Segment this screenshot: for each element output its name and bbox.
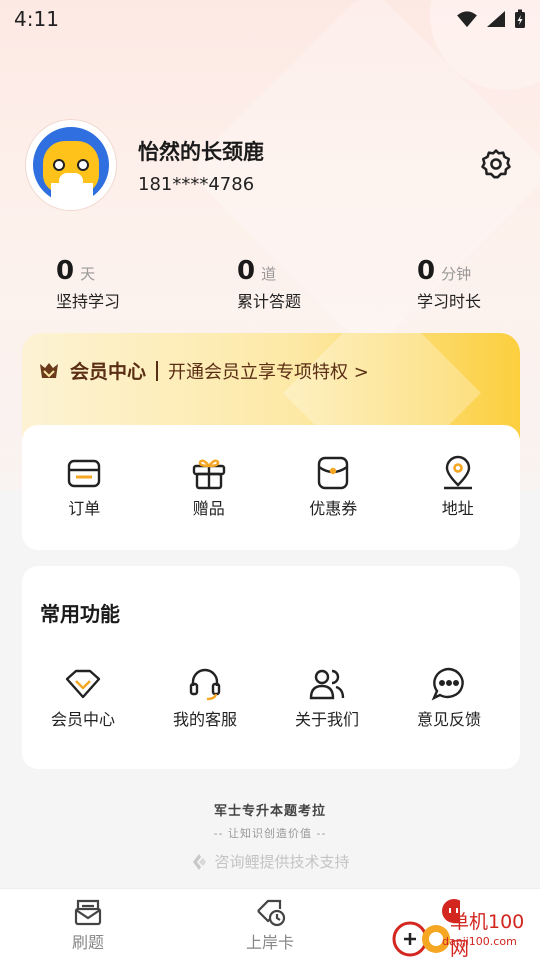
- vip-title: 会员中心: [70, 361, 147, 383]
- mail-icon: [74, 899, 102, 926]
- grid-label: 优惠券: [309, 499, 358, 518]
- status-bar: 4:11: [0, 0, 540, 38]
- common-item-service[interactable]: 我的客服: [144, 664, 266, 730]
- tab-label: 上岸卡: [245, 933, 294, 952]
- tech-support: 咨询鲤提供技术支持: [0, 851, 540, 872]
- grid-item-address[interactable]: 地址: [396, 453, 521, 519]
- signal-icon: [487, 11, 505, 27]
- grid-label: 赠品: [192, 499, 225, 518]
- footer-brand: 军士专升本题考拉 -- 让知识创造价值 -- 咨询鲤提供技术支持: [0, 800, 540, 872]
- order-icon: [68, 459, 101, 488]
- status-time: 4:11: [14, 7, 59, 31]
- wifi-icon: [457, 11, 477, 28]
- stat-unit: 道: [261, 265, 277, 283]
- stats-row: 0天 坚持学习 0道 累计答题 0 分钟 学习时长: [0, 256, 540, 316]
- nickname: 怡然的长颈鹿: [138, 140, 264, 164]
- brand-title: 军士专升本题考拉: [213, 804, 326, 819]
- watermark-url: danji100.com: [442, 935, 517, 948]
- tag-clock-icon: [257, 899, 286, 927]
- tech-support-text: 咨询鲤提供技术支持: [214, 853, 350, 871]
- coupon-icon: [318, 456, 349, 490]
- tab-landing-card[interactable]: 上岸卡: [220, 897, 320, 953]
- common-item-feedback[interactable]: 意见反馈: [388, 664, 510, 730]
- stat-unit: 分钟: [441, 265, 472, 283]
- stat-label: 累计答题: [237, 292, 302, 311]
- stat-answered[interactable]: 0道 累计答题: [237, 256, 301, 312]
- diamond-icon: [65, 669, 101, 699]
- chat-bubble-icon: [431, 667, 464, 701]
- profile-section: 怡然的长颈鹿 181****4786: [26, 120, 516, 212]
- stat-study-days[interactable]: 0天 坚持学习: [56, 256, 120, 312]
- gear-icon: [481, 149, 511, 179]
- stat-value: 0: [56, 256, 75, 286]
- grid-item-coupon[interactable]: 优惠券: [271, 453, 396, 519]
- watermark-text: 单机100网: [450, 911, 525, 960]
- stat-value: 0: [237, 256, 256, 286]
- grid-item-gift[interactable]: 赠品: [147, 453, 272, 519]
- grid-label: 地址: [441, 499, 474, 518]
- common-title: 常用功能: [40, 602, 120, 626]
- tab-label: 刷题: [71, 933, 104, 952]
- common-functions-card: 常用功能 会员中心 我的客服 关于我们 意见反馈: [22, 566, 520, 769]
- grid-label: 我的客服: [172, 710, 237, 729]
- status-icons: [456, 9, 526, 29]
- vip-subtitle: 开通会员立享专项特权 >: [168, 361, 369, 383]
- stat-label: 学习时长: [417, 292, 482, 311]
- stat-unit: 天: [80, 265, 96, 283]
- grid-label: 意见反馈: [416, 710, 481, 729]
- vip-crown-icon: [40, 362, 58, 378]
- grid-label: 订单: [68, 499, 101, 518]
- battery-icon: [515, 9, 525, 28]
- brand-slogan: -- 让知识创造价值 --: [213, 827, 327, 840]
- tab-practice[interactable]: 刷题: [38, 897, 138, 953]
- gift-icon: [192, 459, 225, 490]
- phone-number: 181****4786: [138, 174, 255, 195]
- grid-label: 关于我们: [294, 710, 359, 729]
- grid-label: 会员中心: [50, 710, 115, 729]
- orders-card: 订单 赠品 优惠券 地址: [22, 425, 520, 550]
- stat-study-time[interactable]: 0 分钟 学习时长: [417, 256, 481, 312]
- users-icon: [309, 669, 345, 700]
- headset-icon: [189, 668, 221, 701]
- avatar[interactable]: [26, 120, 116, 210]
- location-icon: [443, 455, 472, 490]
- tech-logo-icon: [193, 853, 207, 870]
- watermark-logo: 单机100网 danji100.com: [390, 895, 540, 960]
- common-item-vip[interactable]: 会员中心: [22, 664, 144, 730]
- common-item-about[interactable]: 关于我们: [266, 664, 388, 730]
- grid-item-order[interactable]: 订单: [22, 453, 147, 519]
- vip-divider: [156, 360, 159, 381]
- stat-label: 坚持学习: [56, 292, 121, 311]
- settings-button[interactable]: [478, 146, 514, 182]
- stat-value: 0: [417, 256, 436, 286]
